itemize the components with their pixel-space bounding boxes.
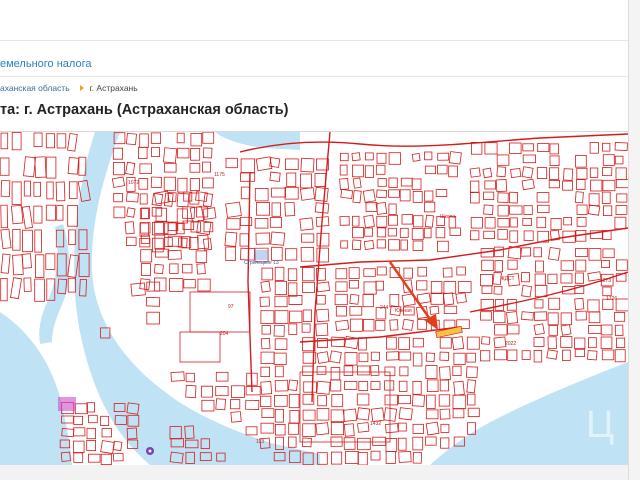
- parcel-number-label: 1175: [214, 172, 225, 178]
- zhd-label: ЖДСТ: [500, 276, 515, 282]
- bottom-bar: [0, 465, 628, 480]
- parcel-number-label: 1726: [606, 296, 617, 302]
- stop-label: Стрелецкое 13: [244, 260, 279, 266]
- breadcrumb: аханская область г. Астрахань: [0, 83, 138, 93]
- south-label: Южная: [395, 308, 412, 314]
- parcel-number-label: 113: [256, 439, 264, 445]
- right-scrollbar[interactable]: [628, 0, 640, 480]
- parcel-number-label: 204: [220, 331, 229, 337]
- parcel-number-label: 97: [228, 304, 234, 310]
- parcel-number-label: 244: [380, 305, 389, 311]
- land-tax-link[interactable]: емельного налога: [0, 58, 91, 70]
- parcel-number-label: 1273: [600, 278, 611, 284]
- location-pin-icon[interactable]: [146, 447, 154, 455]
- header-divider: [0, 76, 628, 77]
- map-canvas[interactable]: Стрелецкое 13 Школа Южная ЖДСТ 204 113 1…: [0, 132, 628, 465]
- top-panel: [0, 0, 628, 41]
- parcel-number-label: 1072: [128, 180, 139, 186]
- parcel-number-label: 2022: [505, 341, 516, 347]
- breadcrumb-separator-icon: [79, 85, 84, 91]
- parcel-number-label: 1432: [370, 421, 381, 427]
- breadcrumb-city: г. Астрахань: [89, 83, 138, 93]
- cadastral-map[interactable]: Стрелецкое 13 Школа Южная ЖДСТ 204 113 1…: [0, 131, 628, 466]
- breadcrumb-region[interactable]: аханская область: [0, 83, 70, 93]
- school-label: Школа: [440, 214, 455, 220]
- page-title: та: г. Астрахань (Астраханская область): [0, 102, 289, 118]
- watermark-label: Ц: [586, 404, 614, 446]
